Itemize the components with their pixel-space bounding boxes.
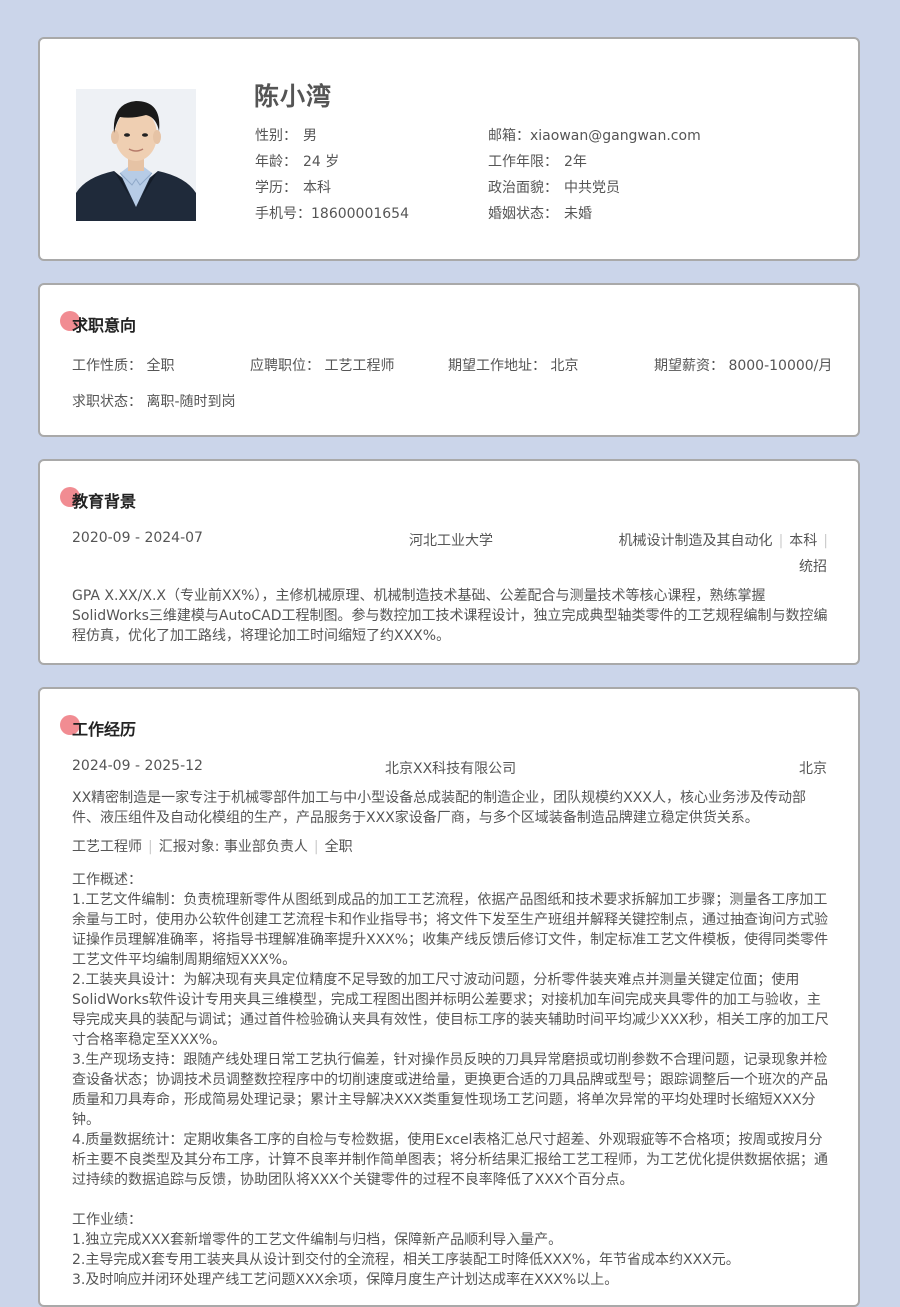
email-value: xiaowan@gangwan.com [530, 128, 701, 144]
duty-item: 2.工装夹具设计：为解决现有夹具定位精度不足导致的加工尺寸波动问题，分析零件装夹… [72, 972, 829, 1048]
age-field: 年龄： 24 岁 [255, 151, 339, 171]
education-description: GPA X.XX/X.X（专业前XX%），主修机械原理、机械制造技术基础、公差配… [72, 588, 828, 644]
work-role: 工艺工程师 [72, 839, 142, 855]
years-field: 工作年限： 2年 [488, 151, 587, 171]
overview-label: 工作概述： [72, 872, 142, 888]
years-value: 2年 [564, 154, 587, 170]
achievement-item: 2.主导完成X套专用工装夹具从设计到交付的全流程，相关工序装配工时降低XXX%，… [72, 1252, 740, 1268]
work-period: 2024-09 - 2025-12 [72, 758, 203, 774]
intent-type: 工作性质： 全职 [72, 358, 175, 374]
education-degree: 本科 [789, 533, 818, 549]
work-experience-card: 工作经历 2024-09 - 2025-12 北京XX科技有限公司 北京 XX精… [38, 687, 860, 1307]
avatar [76, 89, 196, 221]
profile-card: 陈小湾 性别： 男 年龄： 24 岁 学历： 本科 手机号：18600001654 邮… [38, 37, 860, 261]
duty-item: 3.生产现场支持：跟随产线处理日常工艺执行偏差，针对操作员反映的刀具异常磨损或切… [72, 1052, 828, 1128]
intent-status: 求职状态： 离职-随时到岗 [72, 394, 236, 410]
work-tags: 工艺工程师 | 汇报对象: 事业部负责人 | 全职 [72, 839, 353, 855]
section-title-work: 工作经历 [60, 715, 136, 740]
education-mode: 统招 [799, 559, 827, 575]
work-company: 北京XX科技有限公司 [385, 761, 517, 777]
education-label: 学历： [255, 180, 297, 196]
age-label: 年龄： [255, 154, 297, 170]
phone-value: 18600001654 [311, 206, 409, 222]
education-major: 机械设计制造及其自动化 [618, 533, 773, 549]
gender-label: 性别： [255, 128, 297, 144]
education-major-line: 机械设计制造及其自动化 | 本科 | [618, 533, 828, 549]
education-value: 本科 [303, 180, 331, 196]
gender-field: 性别： 男 [255, 125, 317, 145]
achievement-item: 1.独立完成XXX套新增零件的工艺文件编制与归档，保障新产品顺利导入量产。 [72, 1232, 563, 1248]
age-value: 24 岁 [303, 154, 340, 170]
marital-value: 未婚 [564, 206, 592, 222]
politics-field: 政治面貌： 中共党员 [488, 177, 620, 197]
intent-position: 应聘职位： 工艺工程师 [250, 358, 395, 374]
achievements-label: 工作业绩： [72, 1212, 142, 1228]
politics-value: 中共党员 [564, 180, 620, 196]
email-label: 邮箱： [488, 128, 530, 144]
phone-label: 手机号： [255, 206, 311, 222]
candidate-name: 陈小湾 [254, 82, 333, 111]
education-card: 教育背景 2020-09 - 2024-07 河北工业大学 机械设计制造及其自动… [38, 459, 860, 665]
achievement-item: 3.及时响应并闭环处理产线工艺问题XXX余项，保障月度生产计划达成率在XXX%以… [72, 1272, 619, 1288]
section-title-intent: 求职意向 [60, 311, 136, 336]
email-field: 邮箱：xiaowan@gangwan.com [488, 125, 701, 145]
work-city: 北京 [799, 761, 827, 777]
work-job-type: 全职 [324, 839, 353, 855]
duty-item: 4.质量数据统计：定期收集各工序的自检与专检数据，使用Excel表格汇总尺寸超差… [72, 1132, 828, 1188]
education-period: 2020-09 - 2024-07 [72, 530, 203, 546]
work-overview: 工作概述： 1.工艺文件编制：负责梳理新零件从图纸到成品的加工工艺流程，依据产品… [72, 870, 832, 1290]
section-title-education: 教育背景 [60, 487, 136, 512]
politics-label: 政治面貌： [488, 180, 558, 196]
intent-salary: 期望薪资： 8000-10000/月 [654, 358, 833, 374]
company-description: XX精密制造是一家专注于机械零部件加工与中小型设备总成装配的制造企业，团队规模约… [72, 790, 806, 826]
marital-label: 婚姻状态： [488, 206, 558, 222]
duty-item: 1.工艺文件编制：负责梳理新零件从图纸到成品的加工工艺流程，依据产品图纸和技术要… [72, 892, 829, 968]
work-report: 汇报对象: 事业部负责人 [158, 839, 308, 855]
intent-location: 期望工作地址： 北京 [448, 358, 579, 374]
education-school: 河北工业大学 [409, 533, 493, 549]
years-label: 工作年限： [488, 154, 558, 170]
education-field: 学历： 本科 [255, 177, 331, 197]
phone-field: 手机号：18600001654 [255, 203, 409, 223]
marital-field: 婚姻状态： 未婚 [488, 203, 592, 223]
gender-value: 男 [303, 128, 317, 144]
job-intent-card: 求职意向 工作性质： 全职 应聘职位： 工艺工程师 期望工作地址： 北京 期望薪… [38, 283, 860, 437]
